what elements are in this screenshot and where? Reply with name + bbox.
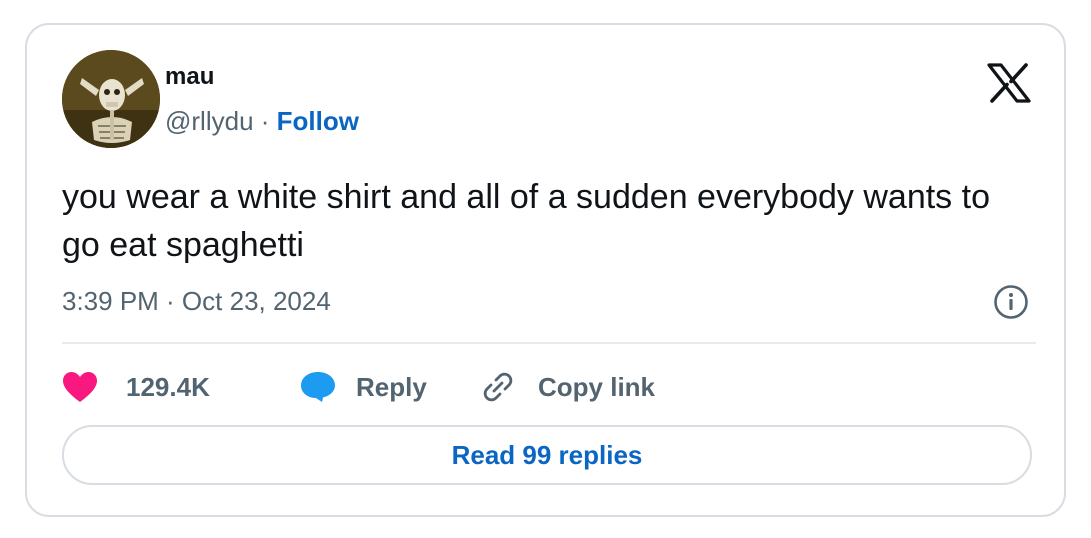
like-button[interactable]: 129.4K [62,365,210,409]
author-name[interactable]: mau [165,62,214,92]
x-logo-icon[interactable] [987,63,1031,103]
read-replies-label: Read 99 replies [451,439,643,470]
tweet-card: mau @rllydu · Follow you wear a white sh… [25,23,1066,517]
copy-link-button[interactable]: Copy link [480,365,655,409]
post-timestamp[interactable]: 3:39 PM · Oct 23, 2024 [62,285,331,317]
speech-bubble-icon [301,372,335,402]
skeleton-avatar-image [62,50,160,148]
heart-icon [63,372,97,402]
action-bar: 129.4K Reply Copy link [62,365,1022,409]
read-replies-button[interactable]: Read 99 replies [62,425,1032,485]
link-icon [483,372,513,402]
post-text: you wear a white shirt and all of a sudd… [62,178,990,264]
author-handle[interactable]: @rllydu [165,106,254,136]
reply-button[interactable]: Reply [300,365,427,409]
info-icon[interactable] [993,284,1029,320]
reply-label: Reply [356,372,427,402]
divider [62,342,1036,344]
like-count: 129.4K [126,372,210,402]
follow-button[interactable]: Follow [277,106,359,136]
author-meta: @rllydu · Follow [165,105,359,137]
meta-separator: · [260,106,270,136]
copy-link-label: Copy link [538,372,656,402]
avatar[interactable] [62,50,160,148]
